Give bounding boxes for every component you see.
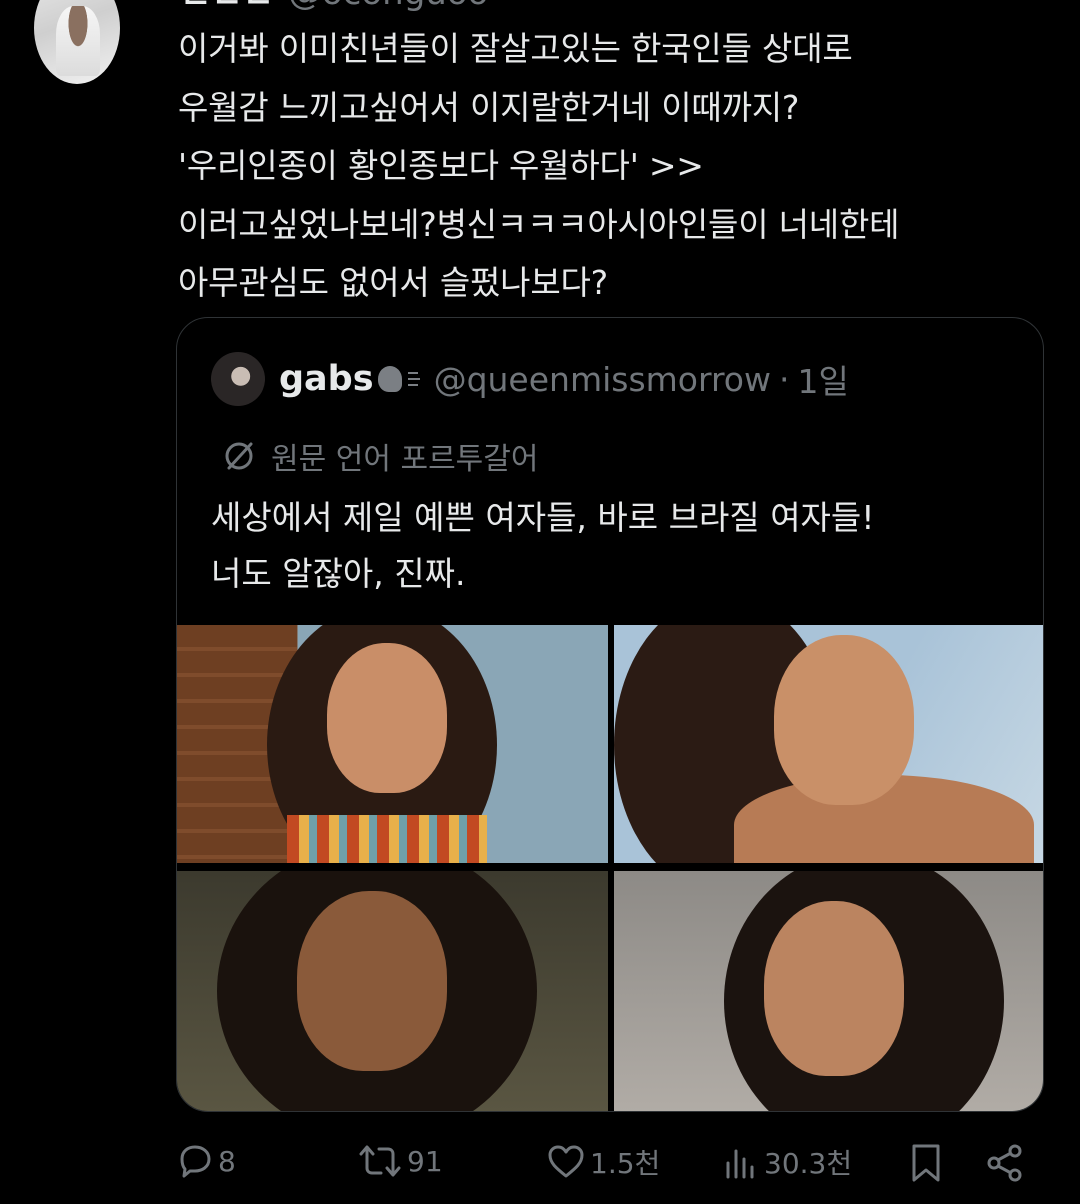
photo-1[interactable] xyxy=(177,625,608,863)
photo-face xyxy=(774,635,914,805)
reply-icon xyxy=(180,1145,211,1178)
author-avatar[interactable] xyxy=(34,0,120,84)
share-icon xyxy=(987,1144,1022,1182)
quoted-author-avatar[interactable] xyxy=(211,352,265,406)
translate-icon xyxy=(225,442,253,470)
author-handle[interactable]: @oconguoo xyxy=(288,0,489,13)
quoted-tweet[interactable]: gabs @queenmissmorrow · 1일 원문 언어 포르투갈어 세… xyxy=(176,317,1044,1112)
retweet-count: 91 xyxy=(407,1144,443,1178)
photo-face xyxy=(764,901,904,1076)
retweet-icon xyxy=(359,1145,401,1177)
views-button[interactable]: 30.3천 xyxy=(722,1142,852,1182)
reply-button[interactable]: 8 xyxy=(176,1142,236,1180)
photo-face xyxy=(297,891,447,1071)
translation-notice[interactable]: 원문 언어 포르투갈어 xyxy=(221,434,538,478)
tweet-text: 이거봐 이미친년들이 잘살고있는 한국인들 상대로 우월감 느끼고싶어서 이지랄… xyxy=(178,29,900,302)
author-name[interactable]: ㄹㄴㄴ xyxy=(180,0,274,18)
photo-3[interactable] xyxy=(177,871,608,1111)
avatar-figure xyxy=(56,6,100,76)
quoted-tweet-header: gabs @queenmissmorrow · 1일 xyxy=(211,352,849,406)
quoted-tweet-text: 세상에서 제일 예쁜 여자들, 바로 브라질 여자들! 너도 알잖아, 진짜. xyxy=(211,498,875,593)
bookmark-button[interactable] xyxy=(908,1142,948,1184)
photo-2[interactable] xyxy=(614,625,1043,863)
photo-clothing xyxy=(287,815,487,863)
action-bar: 8 91 1.5천 30.3천 xyxy=(0,1142,1080,1190)
photo-face xyxy=(327,643,447,793)
quoted-tweet-time[interactable]: 1일 xyxy=(798,355,849,403)
bookmark-icon xyxy=(912,1144,940,1182)
views-icon xyxy=(726,1149,754,1179)
tweet-header: ㄹㄴㄴ @oconguoo xyxy=(180,0,488,17)
retweet-button[interactable]: 91 xyxy=(357,1142,443,1180)
like-count: 1.5천 xyxy=(590,1147,661,1180)
quoted-author-handle[interactable]: @queenmissmorrow xyxy=(434,360,771,399)
photo-4[interactable] xyxy=(614,871,1043,1111)
views-count: 30.3천 xyxy=(764,1147,853,1180)
separator-dot: · xyxy=(779,359,790,399)
like-button[interactable]: 1.5천 xyxy=(546,1142,660,1182)
like-icon xyxy=(548,1145,584,1178)
speaking-head-icon xyxy=(377,364,422,394)
quoted-author-name[interactable]: gabs xyxy=(279,359,374,399)
translation-label: 원문 언어 포르투갈어 xyxy=(271,442,539,477)
share-button[interactable] xyxy=(984,1142,1030,1184)
reply-count: 8 xyxy=(218,1144,236,1178)
